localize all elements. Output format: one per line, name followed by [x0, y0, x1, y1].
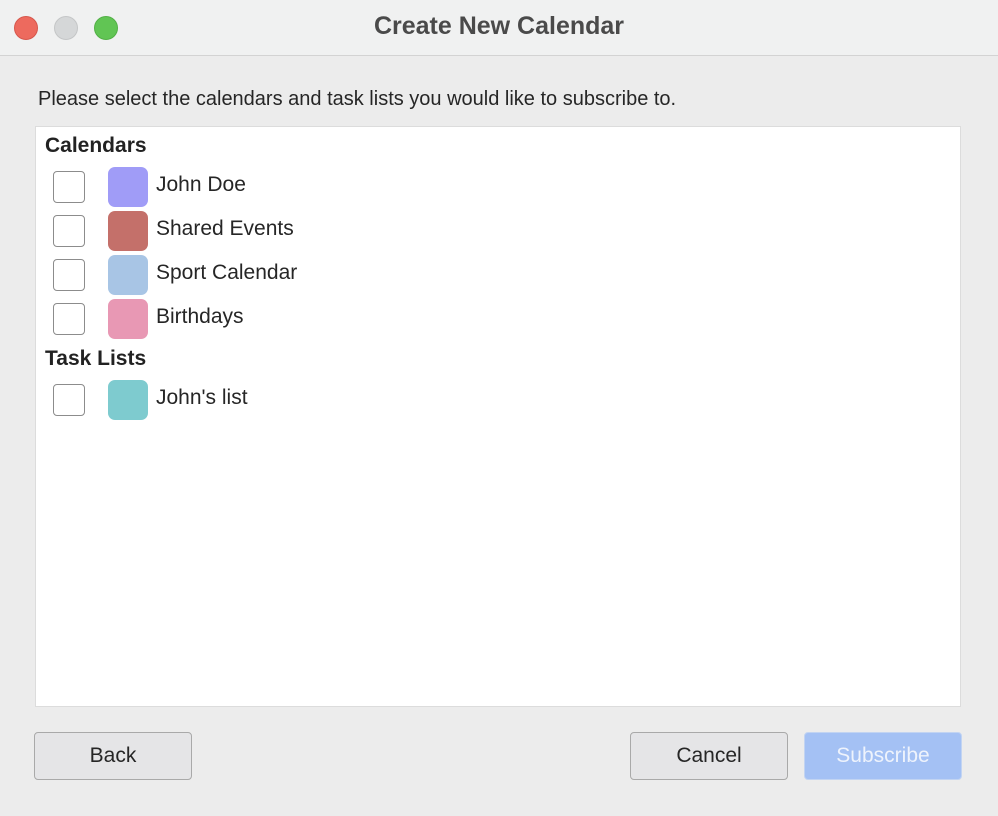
johns-list-color-swatch — [108, 380, 148, 420]
birthdays-color-swatch — [108, 299, 148, 339]
window-title: Create New Calendar — [373, 12, 625, 40]
johns-list-checkbox[interactable] — [53, 384, 85, 416]
subscription-list: Calendars John Doe Shared Events Sport C… — [35, 126, 961, 707]
sport-calendar-label: Sport Calendar — [156, 261, 298, 284]
calendar-row-sport-calendar: Sport Calendar — [36, 255, 960, 299]
task-list-row-johns-list: John's list — [36, 380, 960, 424]
instructions-text: Please select the calendars and task lis… — [38, 88, 677, 110]
john-doe-color-swatch — [108, 167, 148, 207]
sport-calendar-checkbox[interactable] — [53, 259, 85, 291]
johns-list-label: John's list — [156, 386, 248, 409]
shared-events-color-swatch — [108, 211, 148, 251]
shared-events-label: Shared Events — [156, 217, 294, 240]
create-calendar-dialog: Create New Calendar Please select the ca… — [0, 0, 998, 816]
calendar-row-birthdays: Birthdays — [36, 299, 960, 343]
task-lists-section-header: Task Lists — [45, 347, 147, 370]
shared-events-checkbox[interactable] — [53, 215, 85, 247]
back-button[interactable]: Back — [34, 732, 192, 780]
calendar-row-shared-events: Shared Events — [36, 211, 960, 255]
title-bar: Create New Calendar — [0, 0, 998, 56]
john-doe-label: John Doe — [156, 173, 246, 196]
calendar-row-john-doe: John Doe — [36, 167, 960, 211]
subscribe-button[interactable]: Subscribe — [804, 732, 962, 780]
calendars-section-header: Calendars — [45, 134, 147, 157]
birthdays-label: Birthdays — [156, 305, 244, 328]
cancel-button[interactable]: Cancel — [630, 732, 788, 780]
birthdays-checkbox[interactable] — [53, 303, 85, 335]
sport-calendar-color-swatch — [108, 255, 148, 295]
john-doe-checkbox[interactable] — [53, 171, 85, 203]
